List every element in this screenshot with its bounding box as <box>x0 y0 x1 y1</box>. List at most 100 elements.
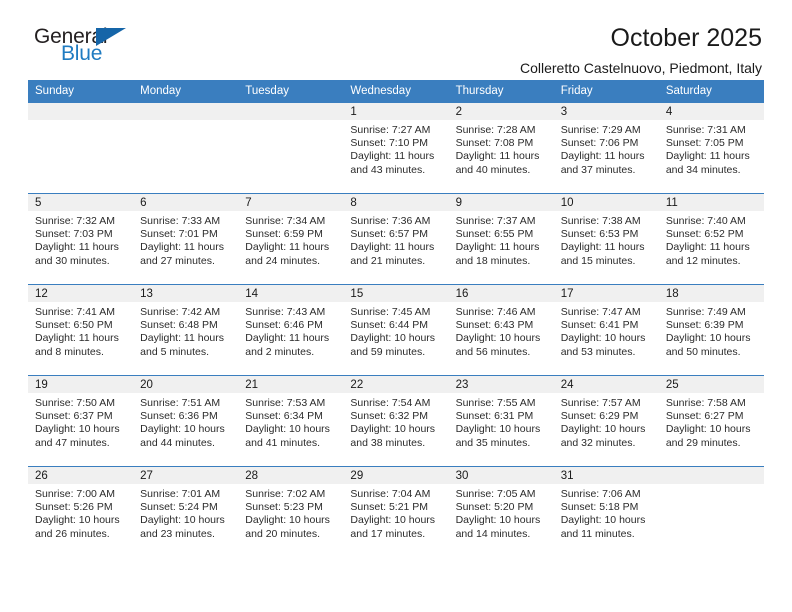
calendar-day-cell[interactable]: 18 Sunrise: 7:49 AM Sunset: 6:39 PM Dayligh… <box>658 284 764 376</box>
daylight-text: Daylight: 11 hours and 18 minutes. <box>455 241 540 267</box>
sunset-text: Sunset: 6:29 PM <box>560 410 639 423</box>
calendar-day-cell[interactable]: 24 Sunrise: 7:57 AM Sunset: 6:29 PM Dayligh… <box>553 375 659 467</box>
calendar-day-cell[interactable]: 29 Sunrise: 7:04 AM Sunset: 5:21 PM Dayligh… <box>343 466 449 557</box>
day-number: 14 <box>238 285 344 302</box>
calendar-day-cell[interactable]: 7 Sunrise: 7:34 AM Sunset: 6:59 PM Daylight… <box>238 193 344 285</box>
calendar-day-cell[interactable]: 5 Sunrise: 7:32 AM Sunset: 7:03 PM Daylight… <box>28 193 134 285</box>
sunset-text: Sunset: 6:57 PM <box>350 228 429 241</box>
day-cell-inner: 22 Sunrise: 7:54 AM Sunset: 6:32 PM Dayligh… <box>343 376 449 466</box>
calendar-day-cell[interactable]: 1 Sunrise: 7:27 AM Sunset: 7:10 PM Daylight… <box>343 102 449 194</box>
day-cell-details: Sunrise: 7:40 AM Sunset: 6:52 PM Daylight:… <box>659 211 764 268</box>
day-cell-inner: 15 Sunrise: 7:45 AM Sunset: 6:44 PM Dayligh… <box>343 285 449 375</box>
sunrise-text: Sunrise: 7:42 AM <box>140 306 221 318</box>
day-cell-inner <box>658 467 764 557</box>
calendar-day-cell[interactable]: 11 Sunrise: 7:40 AM Sunset: 6:52 PM Dayligh… <box>658 193 764 285</box>
page-subtitle: Colleretto Castelnuovo, Piedmont, Italy <box>519 59 762 76</box>
calendar-day-cell[interactable]: 21 Sunrise: 7:53 AM Sunset: 6:34 PM Dayligh… <box>238 375 344 467</box>
calendar-week-row: 26 Sunrise: 7:00 AM Sunset: 5:26 PM Dayligh… <box>28 466 764 557</box>
day-cell-inner: 29 Sunrise: 7:04 AM Sunset: 5:21 PM Dayligh… <box>343 467 449 557</box>
day-cell-details: Sunrise: 7:05 AM Sunset: 5:20 PM Daylight:… <box>449 484 554 541</box>
calendar-day-cell[interactable]: 4 Sunrise: 7:31 AM Sunset: 7:05 PM Daylight… <box>658 102 764 194</box>
sunset-text: Sunset: 6:27 PM <box>665 410 744 423</box>
day-cell-inner: 5 Sunrise: 7:32 AM Sunset: 7:03 PM Daylight… <box>28 194 134 284</box>
calendar-day-cell[interactable]: 9 Sunrise: 7:37 AM Sunset: 6:55 PM Daylight… <box>448 193 554 285</box>
sunrise-text: Sunrise: 7:27 AM <box>350 124 431 136</box>
calendar-day-cell[interactable]: 15 Sunrise: 7:45 AM Sunset: 6:44 PM Dayligh… <box>343 284 449 376</box>
sunset-text: Sunset: 6:43 PM <box>455 319 534 332</box>
sunrise-text: Sunrise: 7:58 AM <box>665 397 746 409</box>
calendar-day-cell[interactable]: 8 Sunrise: 7:36 AM Sunset: 6:57 PM Daylight… <box>343 193 449 285</box>
calendar-day-cell[interactable]: 26 Sunrise: 7:00 AM Sunset: 5:26 PM Dayligh… <box>28 466 134 557</box>
day-cell-inner: 11 Sunrise: 7:40 AM Sunset: 6:52 PM Dayligh… <box>658 194 764 284</box>
sunset-text: Sunset: 7:06 PM <box>560 137 639 150</box>
day-cell-inner: 27 Sunrise: 7:01 AM Sunset: 5:24 PM Dayligh… <box>133 467 239 557</box>
calendar-day-cell[interactable]: 25 Sunrise: 7:58 AM Sunset: 6:27 PM Dayligh… <box>658 375 764 467</box>
sunrise-text: Sunrise: 7:02 AM <box>245 488 326 500</box>
sunrise-text: Sunrise: 7:34 AM <box>245 215 326 227</box>
daylight-text: Daylight: 11 hours and 12 minutes. <box>665 241 750 267</box>
day-number: 19 <box>28 376 134 393</box>
day-number: 20 <box>133 376 239 393</box>
day-cell-inner: 1 Sunrise: 7:27 AM Sunset: 7:10 PM Daylight… <box>343 103 449 193</box>
day-number: 22 <box>343 376 449 393</box>
day-cell-details: Sunrise: 7:42 AM Sunset: 6:48 PM Daylight:… <box>133 302 238 359</box>
day-cell-details: Sunrise: 7:46 AM Sunset: 6:43 PM Daylight:… <box>449 302 554 359</box>
daylight-text: Daylight: 10 hours and 50 minutes. <box>665 332 751 358</box>
sunrise-text: Sunrise: 7:29 AM <box>560 124 641 136</box>
calendar-day-cell-empty <box>28 102 134 194</box>
day-cell-inner: 9 Sunrise: 7:37 AM Sunset: 6:55 PM Daylight… <box>448 194 554 284</box>
daylight-text: Daylight: 11 hours and 24 minutes. <box>245 241 330 267</box>
calendar-day-cell[interactable]: 10 Sunrise: 7:38 AM Sunset: 6:53 PM Dayligh… <box>553 193 659 285</box>
daylight-text: Daylight: 10 hours and 14 minutes. <box>455 514 541 540</box>
calendar-day-cell[interactable]: 30 Sunrise: 7:05 AM Sunset: 5:20 PM Dayligh… <box>448 466 554 557</box>
calendar-day-cell[interactable]: 22 Sunrise: 7:54 AM Sunset: 6:32 PM Dayligh… <box>343 375 449 467</box>
calendar-day-cell[interactable]: 16 Sunrise: 7:46 AM Sunset: 6:43 PM Dayligh… <box>448 284 554 376</box>
day-cell-details: Sunrise: 7:28 AM Sunset: 7:08 PM Daylight:… <box>449 120 554 177</box>
calendar-day-cell[interactable]: 17 Sunrise: 7:47 AM Sunset: 6:41 PM Dayligh… <box>553 284 659 376</box>
sunrise-text: Sunrise: 7:43 AM <box>245 306 326 318</box>
day-cell-details: Sunrise: 7:00 AM Sunset: 5:26 PM Daylight:… <box>28 484 133 541</box>
sunrise-text: Sunrise: 7:49 AM <box>665 306 746 318</box>
day-number <box>238 103 344 120</box>
day-cell-inner: 25 Sunrise: 7:58 AM Sunset: 6:27 PM Dayligh… <box>658 376 764 466</box>
day-cell-details: Sunrise: 7:29 AM Sunset: 7:06 PM Daylight:… <box>554 120 659 177</box>
day-number: 29 <box>343 467 449 484</box>
calendar-day-cell[interactable]: 3 Sunrise: 7:29 AM Sunset: 7:06 PM Daylight… <box>553 102 659 194</box>
weekday-header-friday: Friday <box>553 80 659 103</box>
sunrise-sunset-calendar: Sunday Monday Tuesday Wednesday Thursday… <box>28 80 764 557</box>
calendar-day-cell[interactable]: 13 Sunrise: 7:42 AM Sunset: 6:48 PM Dayligh… <box>133 284 239 376</box>
calendar-day-cell[interactable]: 19 Sunrise: 7:50 AM Sunset: 6:37 PM Dayligh… <box>28 375 134 467</box>
day-cell-inner: 10 Sunrise: 7:38 AM Sunset: 6:53 PM Dayligh… <box>553 194 659 284</box>
calendar-day-cell[interactable]: 23 Sunrise: 7:55 AM Sunset: 6:31 PM Dayligh… <box>448 375 554 467</box>
day-cell-inner: 7 Sunrise: 7:34 AM Sunset: 6:59 PM Daylight… <box>238 194 344 284</box>
calendar-day-cell[interactable]: 31 Sunrise: 7:06 AM Sunset: 5:18 PM Dayligh… <box>553 466 659 557</box>
day-cell-details: Sunrise: 7:53 AM Sunset: 6:34 PM Daylight:… <box>238 393 343 450</box>
calendar-page: General Blue October 2025 Colleretto Cas… <box>0 0 792 612</box>
calendar-day-cell[interactable]: 27 Sunrise: 7:01 AM Sunset: 5:24 PM Dayligh… <box>133 466 239 557</box>
sunrise-text: Sunrise: 7:38 AM <box>560 215 641 227</box>
day-cell-inner: 13 Sunrise: 7:42 AM Sunset: 6:48 PM Dayligh… <box>133 285 239 375</box>
day-cell-inner: 24 Sunrise: 7:57 AM Sunset: 6:29 PM Dayligh… <box>553 376 659 466</box>
calendar-day-cell[interactable]: 6 Sunrise: 7:33 AM Sunset: 7:01 PM Daylight… <box>133 193 239 285</box>
sunset-text: Sunset: 7:01 PM <box>140 228 218 241</box>
weekday-header-wednesday: Wednesday <box>343 80 449 103</box>
sunset-text: Sunset: 5:23 PM <box>245 501 323 514</box>
calendar-day-cell[interactable]: 28 Sunrise: 7:02 AM Sunset: 5:23 PM Dayligh… <box>238 466 344 557</box>
calendar-day-cell-empty <box>133 102 239 194</box>
calendar-day-cell[interactable]: 2 Sunrise: 7:28 AM Sunset: 7:08 PM Daylight… <box>448 102 554 194</box>
day-cell-details: Sunrise: 7:34 AM Sunset: 6:59 PM Daylight:… <box>238 211 343 268</box>
daylight-text: Daylight: 10 hours and 32 minutes. <box>560 423 646 449</box>
calendar-day-cell[interactable]: 20 Sunrise: 7:51 AM Sunset: 6:36 PM Dayligh… <box>133 375 239 467</box>
sunset-text: Sunset: 6:41 PM <box>560 319 639 332</box>
calendar-day-cell[interactable]: 12 Sunrise: 7:41 AM Sunset: 6:50 PM Dayligh… <box>28 284 134 376</box>
sunset-text: Sunset: 6:50 PM <box>35 319 113 332</box>
sunrise-text: Sunrise: 7:50 AM <box>35 397 115 409</box>
general-blue-logo[interactable]: General Blue <box>28 24 148 70</box>
day-cell-details: Sunrise: 7:37 AM Sunset: 6:55 PM Daylight:… <box>449 211 554 268</box>
day-cell-details: Sunrise: 7:27 AM Sunset: 7:10 PM Daylight:… <box>343 120 448 177</box>
day-number: 26 <box>28 467 134 484</box>
day-number <box>658 467 764 484</box>
calendar-day-cell[interactable]: 14 Sunrise: 7:43 AM Sunset: 6:46 PM Dayligh… <box>238 284 344 376</box>
day-cell-inner: 4 Sunrise: 7:31 AM Sunset: 7:05 PM Daylight… <box>658 103 764 193</box>
daylight-text: Daylight: 11 hours and 34 minutes. <box>665 150 750 176</box>
